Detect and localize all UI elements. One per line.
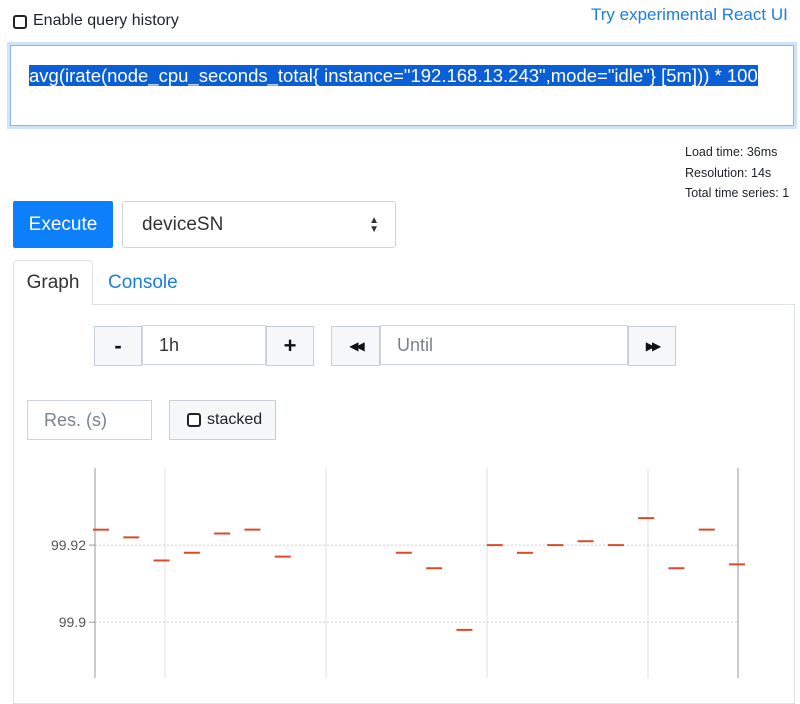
expression-text: avg(irate(node_cpu_seconds_total{ instan… [29, 65, 758, 86]
y-tick-label: 99.92 [51, 537, 86, 553]
react-ui-link[interactable]: Try experimental React UI [591, 5, 788, 25]
minus-icon: - [114, 333, 122, 358]
resolution-input[interactable]: Res. (s) [27, 400, 152, 440]
rewind-icon: ◀◀ [349, 339, 365, 353]
query-history-label: Enable query history [33, 12, 179, 29]
y-tick-label: 99.9 [59, 614, 86, 630]
total-series: Total time series: 1 [685, 186, 790, 200]
query-history-checkbox[interactable] [13, 15, 27, 29]
tab-graph[interactable]: Graph [13, 260, 93, 305]
time-back-button[interactable]: ◀◀ [331, 326, 380, 366]
stacked-label: stacked [207, 411, 263, 428]
execute-button[interactable]: Execute [13, 201, 113, 248]
load-time: Load time: 36ms [685, 145, 778, 159]
metric-select-value: deviceSN [142, 214, 224, 235]
fast-forward-icon: ▶▶ [645, 339, 662, 353]
time-forward-button[interactable]: ▶▶ [628, 326, 676, 366]
tab-console[interactable]: Console [108, 272, 178, 294]
stacked-checkbox-icon [187, 413, 201, 427]
expression-input[interactable]: avg(irate(node_cpu_seconds_total{ instan… [10, 45, 794, 126]
query-stats: Load time: 36ms Resolution: 14s Total ti… [685, 142, 789, 204]
range-decrease-button[interactable]: - [94, 326, 142, 366]
range-increase-button[interactable]: + [266, 326, 314, 366]
select-caret-icon: ▲ ▼ [369, 215, 379, 235]
until-input[interactable]: Until [380, 325, 628, 365]
graph-chart: 99.92 99.9 [51, 468, 745, 678]
stacked-toggle-button[interactable]: stacked [169, 400, 276, 440]
metric-select[interactable]: deviceSN ▲ ▼ [122, 201, 396, 248]
plus-icon: + [283, 333, 297, 358]
resolution: Resolution: 14s [685, 165, 772, 180]
range-duration-input[interactable]: 1h [142, 325, 266, 365]
